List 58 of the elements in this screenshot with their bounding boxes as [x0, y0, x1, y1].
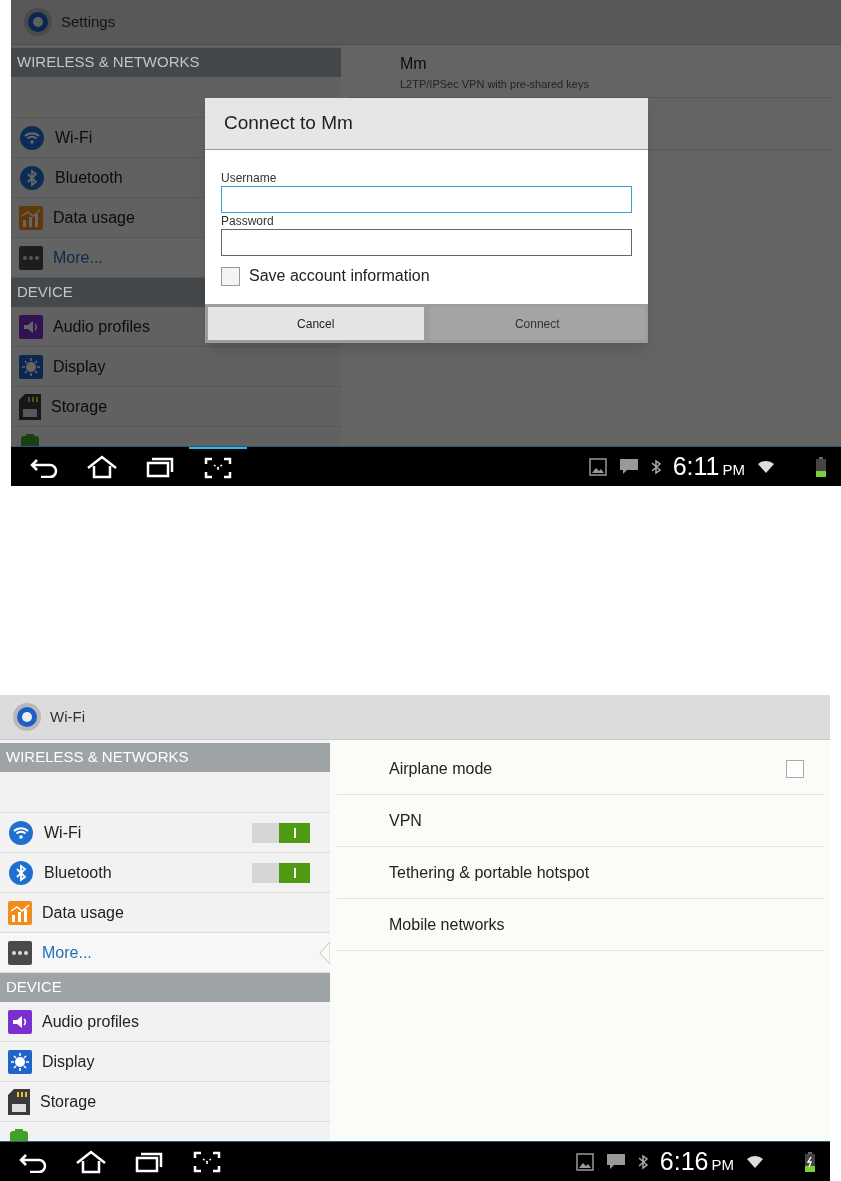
- more-icon: [19, 245, 43, 270]
- bluetooth-icon: [650, 458, 661, 475]
- recent-apps-icon[interactable]: [146, 455, 174, 478]
- clock-time: 6:16: [659, 1149, 709, 1174]
- message-icon: [605, 1152, 626, 1171]
- picture-icon: [588, 457, 607, 476]
- dialog-button[interactable]: Cancel: [208, 307, 424, 340]
- selection-pointer: [319, 942, 330, 964]
- field-label: Password: [221, 213, 275, 229]
- sd-card-icon: [8, 1088, 30, 1115]
- sidebar-item[interactable]: Display: [0, 1042, 330, 1082]
- input-field[interactable]: [221, 229, 632, 256]
- bluetooth-icon: [637, 1153, 648, 1170]
- wifi-icon: [757, 459, 775, 474]
- checkbox[interactable]: [221, 266, 240, 286]
- sidebar-item[interactable]: Audio profiles: [0, 1002, 330, 1042]
- screen-title: Settings: [61, 11, 116, 32]
- message-icon: [618, 457, 639, 476]
- sidebar-item[interactable]: Storage: [0, 1082, 330, 1122]
- bluetooth-icon: [8, 859, 34, 886]
- home-icon[interactable]: [75, 1149, 107, 1174]
- home-icon[interactable]: [86, 454, 118, 479]
- sun-icon: [19, 354, 43, 379]
- toggle-switch[interactable]: [252, 822, 310, 843]
- settings-item[interactable]: Tethering & portable hotspot: [337, 847, 824, 899]
- settings-item[interactable]: VPN: [337, 795, 824, 847]
- sidebar-item[interactable]: More...: [0, 933, 330, 973]
- chart-icon: [19, 205, 43, 230]
- field-label: Username: [221, 170, 278, 186]
- screenshot-icon[interactable]: [193, 1150, 221, 1173]
- screen-title: Wi-Fi: [50, 706, 85, 727]
- wifi-icon: [746, 1154, 764, 1169]
- clock-period: PM: [722, 462, 745, 477]
- settings-item[interactable]: Airplane mode: [337, 743, 824, 795]
- recent-apps-icon[interactable]: [135, 1150, 163, 1173]
- sidebar-item[interactable]: Bluetooth: [0, 853, 330, 893]
- more-icon: [8, 940, 32, 965]
- sun-icon: [8, 1049, 32, 1074]
- sd-card-icon: [19, 393, 41, 420]
- clock-period: PM: [711, 1157, 734, 1172]
- wifi-icon: [8, 819, 34, 846]
- section-header: WIRELESS & NETWORKS: [0, 743, 330, 772]
- sidebar-item[interactable]: Wi-Fi: [0, 813, 330, 853]
- checkbox[interactable]: [786, 759, 804, 778]
- section-header: WIRELESS & NETWORKS: [11, 48, 341, 77]
- toggle-switch[interactable]: [252, 862, 310, 883]
- settings-item[interactable]: Mobile networks: [337, 899, 824, 951]
- speaker-icon: [8, 1009, 32, 1034]
- input-field[interactable]: [221, 186, 632, 213]
- picture-icon: [575, 1152, 594, 1171]
- screenshot-icon[interactable]: [204, 456, 232, 479]
- wifi-icon: [19, 124, 45, 151]
- gear-icon[interactable]: [12, 702, 42, 732]
- speaker-icon: [19, 314, 43, 339]
- clock-time: 6:11: [672, 454, 720, 479]
- chart-icon: [8, 900, 32, 925]
- bluetooth-icon: [19, 164, 45, 191]
- section-header: DEVICE: [0, 973, 330, 1002]
